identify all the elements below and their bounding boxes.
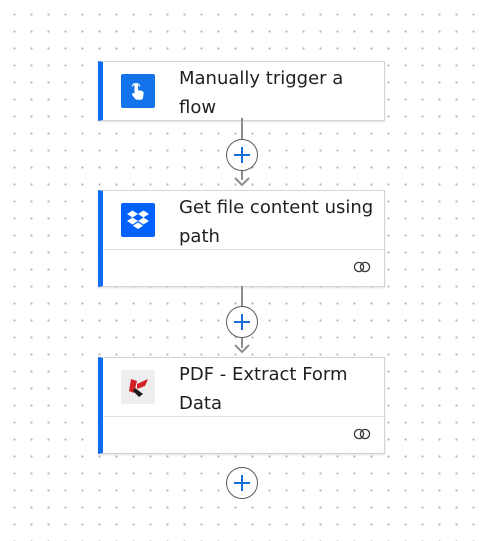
flow-step-pdf-extract-form-data[interactable]: PDF - Extract Form Data — [98, 357, 385, 454]
step-title: Manually trigger a flow — [179, 68, 344, 118]
step-header[interactable]: PDF - Extract Form Data — [103, 358, 384, 416]
flow-step-get-file-content[interactable]: Get file content using path — [98, 190, 385, 287]
step-header[interactable]: Manually trigger a flow — [103, 62, 384, 120]
add-step-button[interactable] — [226, 467, 258, 499]
step-header[interactable]: Get file content using path — [103, 191, 384, 249]
pdf-extract-icon — [121, 370, 155, 404]
plus-icon — [234, 314, 250, 330]
plus-icon — [234, 147, 250, 163]
dropbox-icon — [121, 203, 155, 237]
add-step-button[interactable] — [226, 139, 258, 171]
arrow-down-icon — [234, 177, 250, 187]
touch-hand-icon — [121, 74, 155, 108]
link-icon[interactable] — [352, 260, 372, 274]
step-title: PDF - Extract Form Data — [179, 364, 348, 414]
add-step-button[interactable] — [226, 306, 258, 338]
arrow-down-icon — [234, 344, 250, 354]
step-footer — [103, 416, 384, 453]
step-title: Get file content using path — [179, 197, 374, 247]
link-icon[interactable] — [352, 427, 372, 441]
plus-icon — [234, 475, 250, 491]
step-footer — [103, 249, 384, 286]
flow-step-manual-trigger[interactable]: Manually trigger a flow — [98, 61, 385, 121]
